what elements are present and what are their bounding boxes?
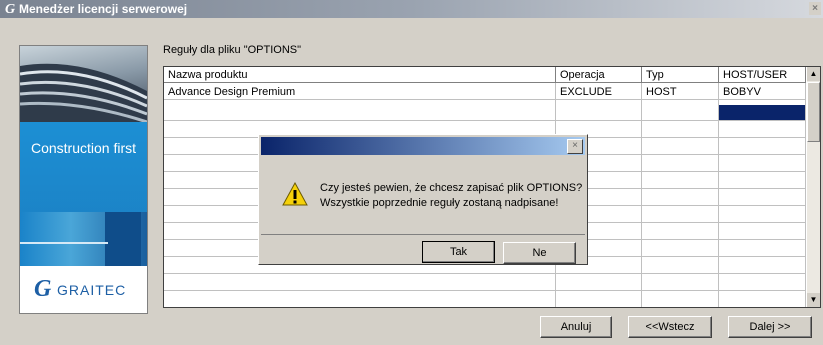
scroll-up-arrow-icon[interactable]: ▲ — [807, 67, 820, 81]
sidebar-slogan: Construction first — [30, 140, 137, 156]
window-close-button[interactable]: × — [809, 2, 821, 15]
confirm-dialog: × Czy jesteś pewien, że chcesz zapisać p… — [258, 134, 588, 265]
column-header-operation[interactable]: Operacja — [556, 67, 642, 83]
dialog-close-button[interactable]: × — [567, 139, 583, 154]
dialog-separator — [261, 234, 585, 235]
cancel-button[interactable]: Anuluj — [540, 316, 612, 338]
table-cell-product[interactable]: Advance Design Premium — [164, 84, 556, 100]
yes-button[interactable]: Tak — [422, 241, 495, 263]
rules-label: Reguły dla pliku "OPTIONS" — [163, 44, 302, 56]
no-button[interactable]: Ne — [503, 242, 576, 264]
table-cell-type[interactable]: HOST — [642, 84, 719, 100]
sidebar-graphic — [20, 212, 147, 266]
column-header-product[interactable]: Nazwa produktu — [164, 67, 556, 83]
warning-icon — [282, 181, 308, 209]
column-header-host-user[interactable]: HOST/USER — [719, 67, 806, 83]
building-photo — [20, 46, 147, 122]
graitec-logo: G GRAITEC — [20, 266, 147, 313]
window-title: Menedżer licencji serwerowej — [19, 2, 188, 16]
dialog-message-line2: Wszystkie poprzednie reguły zostaną nadp… — [320, 197, 559, 209]
next-button[interactable]: Dalej >> — [728, 316, 812, 338]
selected-cell[interactable] — [719, 105, 805, 120]
scroll-down-arrow-icon[interactable]: ▼ — [807, 293, 820, 307]
scroll-thumb[interactable] — [807, 82, 820, 142]
table-cell-host-user[interactable]: BOBYV — [719, 84, 805, 100]
window-titlebar: G Menedżer licencji serwerowej × — [0, 0, 823, 18]
logo-mark: G — [34, 276, 52, 302]
sidebar-banner: Construction first G GRAITEC — [19, 45, 148, 314]
logo-text: GRAITEC — [57, 282, 127, 298]
column-header-type[interactable]: Typ — [642, 67, 719, 83]
dialog-message-line1: Czy jesteś pewien, że chcesz zapisać pli… — [320, 182, 583, 194]
dialog-titlebar: × — [261, 137, 585, 155]
app-icon: G — [5, 2, 16, 17]
table-scrollbar[interactable]: ▲ ▼ — [807, 67, 820, 307]
table-cell-operation[interactable]: EXCLUDE — [556, 84, 642, 100]
back-button[interactable]: <<Wstecz — [628, 316, 712, 338]
